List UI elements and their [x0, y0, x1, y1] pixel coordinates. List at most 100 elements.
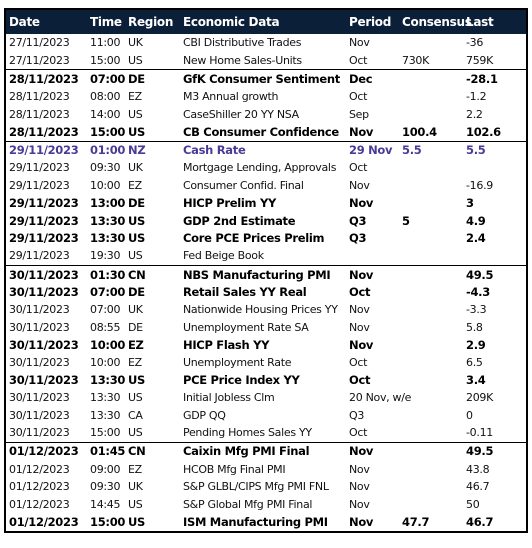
cell-last: -4.3 — [466, 285, 490, 300]
cell-region: US — [128, 514, 146, 529]
cell-last: 2.4 — [466, 231, 486, 246]
cell-time: 15:00 — [90, 53, 121, 67]
cell-period: Nov — [349, 196, 374, 211]
cell-consensus: 5.5 — [402, 143, 422, 158]
cell-date: 01/12/2023 — [9, 462, 70, 476]
cell-period: Nov — [349, 462, 370, 476]
cell-economic-data: Unemployment Rate — [183, 355, 292, 369]
cell-economic-data: Cash Rate — [183, 143, 246, 158]
table-row: 30/11/2023 07:00 UK Nationwide Housing Pric… — [6, 301, 526, 319]
cell-region: EZ — [128, 355, 142, 369]
cell-economic-data: GDP 2nd Estimate — [183, 213, 296, 228]
cell-region: EZ — [128, 179, 142, 193]
cell-time: 13:30 — [90, 213, 126, 228]
cell-period: Nov — [349, 480, 370, 494]
cell-last: 0 — [466, 408, 473, 422]
cell-last: 46.7 — [466, 514, 494, 529]
cell-region: CN — [128, 444, 146, 459]
cell-time: 11:00 — [90, 36, 121, 50]
cell-economic-data: Core PCE Prices Prelim — [183, 231, 325, 246]
cell-region: US — [128, 231, 146, 246]
header-period: Period — [349, 15, 391, 29]
cell-period: Nov — [349, 303, 370, 317]
cell-time: 15:00 — [90, 124, 126, 139]
cell-region: US — [128, 426, 143, 440]
cell-date: 30/11/2023 — [9, 285, 79, 300]
cell-economic-data: S&P GLBL/CIPS Mfg PMI FNL — [183, 480, 329, 494]
cell-economic-data: Unemployment Rate SA — [183, 320, 309, 334]
cell-last: -3.3 — [466, 303, 487, 317]
cell-period: Q3 — [349, 408, 365, 422]
table-row: 30/11/2023 10:00 EZ HICP Flash YY Nov 2.9 — [6, 336, 526, 354]
table-row: 30/11/2023 01:30 CN NBS Manufacturing PMI No… — [6, 264, 526, 284]
cell-period: Nov — [349, 320, 370, 334]
table-row: 01/12/2023 15:00 US ISM Manufacturing PMI No… — [6, 513, 526, 531]
cell-last: 3.4 — [466, 373, 486, 388]
cell-last: 3 — [466, 196, 474, 211]
cell-time: 15:00 — [90, 514, 126, 529]
table-row: 29/11/2023 09:30 UK Mortgage Lending, Appro… — [6, 159, 526, 177]
cell-economic-data: S&P Global Mfg PMI Final — [183, 497, 313, 511]
cell-period: Oct — [349, 355, 368, 369]
cell-date: 29/11/2023 — [9, 196, 79, 211]
table-row: 30/11/2023 10:00 EZ Unemployment Rate Oct 6.5 — [6, 354, 526, 372]
cell-period: Oct — [349, 161, 368, 175]
cell-time: 15:00 — [90, 426, 121, 440]
cell-economic-data: CBI Distributive Trades — [183, 36, 302, 50]
cell-time: 10:00 — [90, 337, 126, 352]
cell-date: 29/11/2023 — [9, 179, 70, 193]
cell-economic-data: Pending Homes Sales YY — [183, 426, 312, 440]
cell-region: DE — [128, 196, 145, 211]
cell-region: US — [128, 497, 143, 511]
cell-date: 30/11/2023 — [9, 267, 79, 282]
table-row: 27/11/2023 15:00 US New Home Sales-Units Oct… — [6, 52, 526, 70]
cell-period: Nov — [349, 444, 374, 459]
cell-time: 08:00 — [90, 90, 121, 104]
cell-date: 30/11/2023 — [9, 303, 70, 317]
cell-last: 6.5 — [466, 355, 483, 369]
table-row: 29/11/2023 19:30 US Fed Beige Book — [6, 247, 526, 265]
table-row: 28/11/2023 14:00 US CaseShiller 20 YY NSA Se… — [6, 105, 526, 123]
cell-time: 13:30 — [90, 373, 126, 388]
cell-last: 43.8 — [466, 462, 490, 476]
cell-economic-data: HICP Flash YY — [183, 337, 270, 352]
cell-economic-data: HCOB Mfg Final PMI — [183, 462, 286, 476]
cell-period: Oct — [349, 53, 368, 67]
cell-last: 4.9 — [466, 213, 486, 228]
cell-period: Nov — [349, 267, 374, 282]
table-row: 01/12/2023 14:45 US S&P Global Mfg PMI Fina… — [6, 495, 526, 513]
cell-economic-data: ISM Manufacturing PMI — [183, 514, 328, 529]
cell-time: 09:00 — [90, 462, 121, 476]
cell-date: 29/11/2023 — [9, 213, 79, 228]
table-row: 29/11/2023 10:00 EZ Consumer Confid. Final N… — [6, 177, 526, 195]
cell-period: 20 Nov, w/e — [349, 391, 412, 405]
cell-date: 28/11/2023 — [9, 124, 79, 139]
cell-consensus: 100.4 — [402, 124, 437, 139]
cell-region: US — [128, 391, 143, 405]
header-time: Time — [90, 15, 122, 29]
cell-economic-data: Fed Beige Book — [183, 249, 264, 263]
table-row: 30/11/2023 08:55 DE Unemployment Rate SA Nov… — [6, 319, 526, 337]
cell-date: 27/11/2023 — [9, 36, 70, 50]
cell-time: 01:00 — [90, 143, 126, 158]
cell-economic-data: New Home Sales-Units — [183, 53, 302, 67]
cell-last: 102.6 — [466, 124, 501, 139]
cell-last: -28.1 — [466, 71, 498, 86]
cell-date: 30/11/2023 — [9, 426, 70, 440]
cell-region: US — [128, 107, 143, 121]
cell-region: DE — [128, 320, 143, 334]
cell-date: 30/11/2023 — [9, 320, 70, 334]
table-row: 30/11/2023 07:00 DE Retail Sales YY Real Oct… — [6, 283, 526, 301]
cell-date: 01/12/2023 — [9, 514, 79, 529]
cell-region: DE — [128, 71, 145, 86]
header-economic-data: Economic Data — [183, 15, 280, 29]
cell-last: 2.2 — [466, 107, 483, 121]
cell-time: 08:55 — [90, 320, 121, 334]
cell-time: 09:30 — [90, 161, 121, 175]
cell-region: NZ — [128, 143, 146, 158]
header-consensus: Consensus — [402, 15, 472, 29]
cell-last: 2.9 — [466, 337, 486, 352]
cell-region: UK — [128, 303, 143, 317]
cell-date: 28/11/2023 — [9, 90, 70, 104]
cell-period: 29 Nov — [349, 143, 393, 158]
